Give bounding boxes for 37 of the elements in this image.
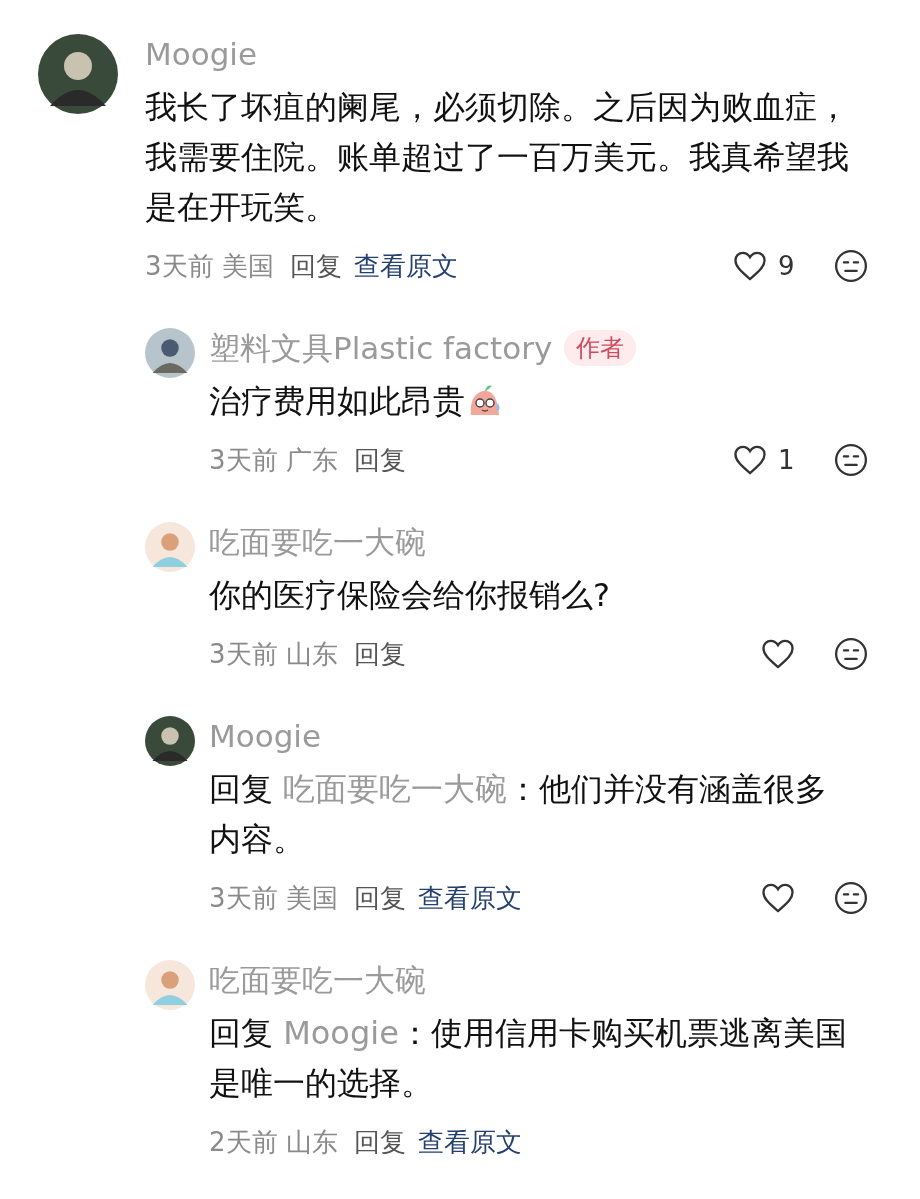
comment-text: 你的医疗保险会给你报销么? [209,575,610,616]
comment-region: 山东 [285,1125,338,1159]
comment-region: 山东 [285,637,338,671]
meh-face-icon[interactable] [834,637,868,671]
heart-icon[interactable] [732,250,768,282]
comment-time: 3天前 [209,443,278,477]
comment-region: 美国 [285,881,338,915]
reply-link[interactable]: 回复 [353,634,406,674]
like-count: 9 [778,249,796,283]
like-count: 1 [778,443,796,477]
heart-icon[interactable] [760,638,796,670]
avatar-icon[interactable] [145,328,195,378]
comment-time: 3天前 [209,881,278,915]
view-original-link[interactable]: 查看原文 [417,1122,522,1162]
view-original-link[interactable]: 查看原文 [417,878,522,918]
comment-text: 回复 Moogie：使用信用卡购买机票逃离美国是唯一的选择。 [209,1013,848,1104]
meh-face-icon[interactable] [834,443,868,477]
reply-link[interactable]: 回复 [353,440,406,480]
comment-time: 3天前 [145,249,214,283]
heart-icon[interactable] [760,882,796,914]
comment-text: 治疗费用如此昂贵 [209,381,465,422]
meh-face-icon[interactable] [834,249,868,283]
comment-time: 3天前 [209,637,278,671]
comment-text: 回复 吃面要吃一大碗：他们并没有涵盖很多内容。 [209,769,829,860]
comment-region: 美国 [221,249,274,283]
comment-time: 2天前 [209,1125,278,1159]
comment-region: 广东 [285,443,338,477]
reply-link[interactable]: 回复 [353,878,406,918]
avatar-icon[interactable] [145,716,195,766]
reply-link[interactable]: 回复 [289,246,342,286]
author-badge: 作者 [564,330,637,366]
view-original-link[interactable]: 查看原文 [353,246,458,286]
heart-icon[interactable] [732,444,768,476]
avatar-icon[interactable] [38,34,118,114]
comment-text: 我长了坏疽的阑尾，必须切除。之后因为败血症，我需要住院。账单超过了一百万美元。我真希望我是在开玩笑。 [145,87,850,228]
reply-link[interactable]: 回复 [353,1122,406,1162]
meh-face-icon[interactable] [834,881,868,915]
